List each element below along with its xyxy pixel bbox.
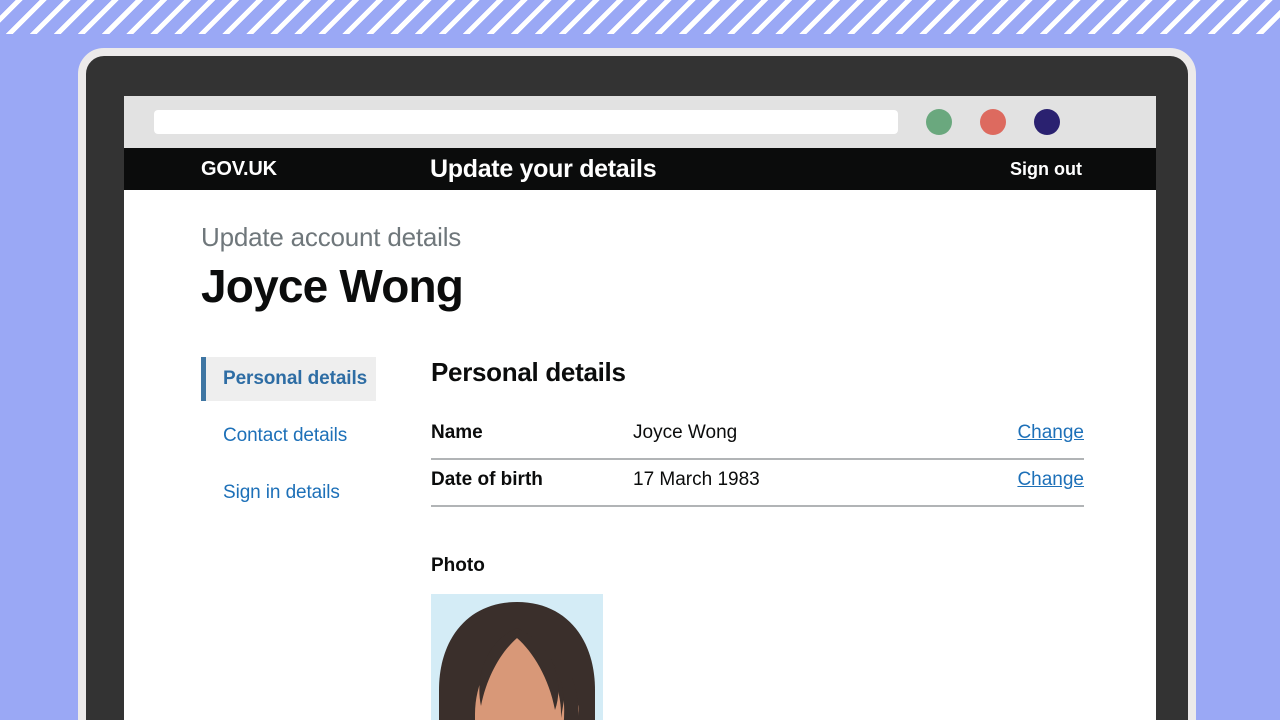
table-row: Date of birth 17 March 1983 Change: [431, 459, 1084, 507]
photo-thumbnail[interactable]: [431, 594, 603, 720]
striped-banner-pattern: [0, 0, 1280, 34]
photo-label: Photo: [431, 555, 485, 576]
device-frame: GOV.UK Update your details Sign out Upda…: [78, 48, 1196, 720]
row-value-name: Joyce Wong: [633, 413, 963, 460]
service-name-heading: Update your details: [430, 154, 657, 183]
change-name-link[interactable]: Change: [1017, 422, 1084, 443]
sidebar-nav: Personal details Contact details Sign in…: [201, 357, 431, 720]
content-columns: Personal details Contact details Sign in…: [201, 357, 1156, 720]
sidebar-item-contact-details[interactable]: Contact details: [201, 414, 431, 458]
url-input[interactable]: [154, 110, 898, 134]
row-key-date-of-birth: Date of birth: [431, 459, 633, 507]
avatar-illustration-icon: [431, 594, 603, 720]
section-title: Personal details: [431, 357, 626, 387]
page-caption: Update account details: [201, 222, 462, 252]
row-value-date-of-birth: 17 March 1983: [633, 459, 963, 507]
govuk-header-bar: GOV.UK Update your details Sign out: [124, 148, 1156, 190]
sidebar-item-personal-details[interactable]: Personal details: [201, 357, 376, 401]
window-dot-red-icon[interactable]: [980, 109, 1006, 135]
sidebar-item-sign-in-details[interactable]: Sign in details: [201, 471, 431, 515]
page-body: Update account details Joyce Wong Person…: [124, 190, 1156, 720]
page-title: Joyce Wong: [201, 260, 464, 312]
device-screen: GOV.UK Update your details Sign out Upda…: [124, 96, 1156, 720]
row-action-cell-date-of-birth: Change: [963, 459, 1084, 507]
browser-chrome: [124, 96, 1156, 148]
row-action-cell-name: Change: [963, 413, 1084, 460]
govuk-logo[interactable]: GOV.UK: [201, 158, 277, 181]
change-date-of-birth-link[interactable]: Change: [1017, 469, 1084, 490]
main-column: Personal details Name Joyce Wong Change: [431, 357, 1156, 720]
sign-out-link[interactable]: Sign out: [1010, 159, 1082, 180]
table-row: Name Joyce Wong Change: [431, 413, 1084, 460]
row-key-name: Name: [431, 413, 633, 460]
window-dot-navy-icon[interactable]: [1034, 109, 1060, 135]
personal-details-table: Name Joyce Wong Change Date of birth 17 …: [431, 413, 1084, 507]
window-dot-green-icon[interactable]: [926, 109, 952, 135]
page-backdrop: GOV.UK Update your details Sign out Upda…: [0, 0, 1280, 720]
